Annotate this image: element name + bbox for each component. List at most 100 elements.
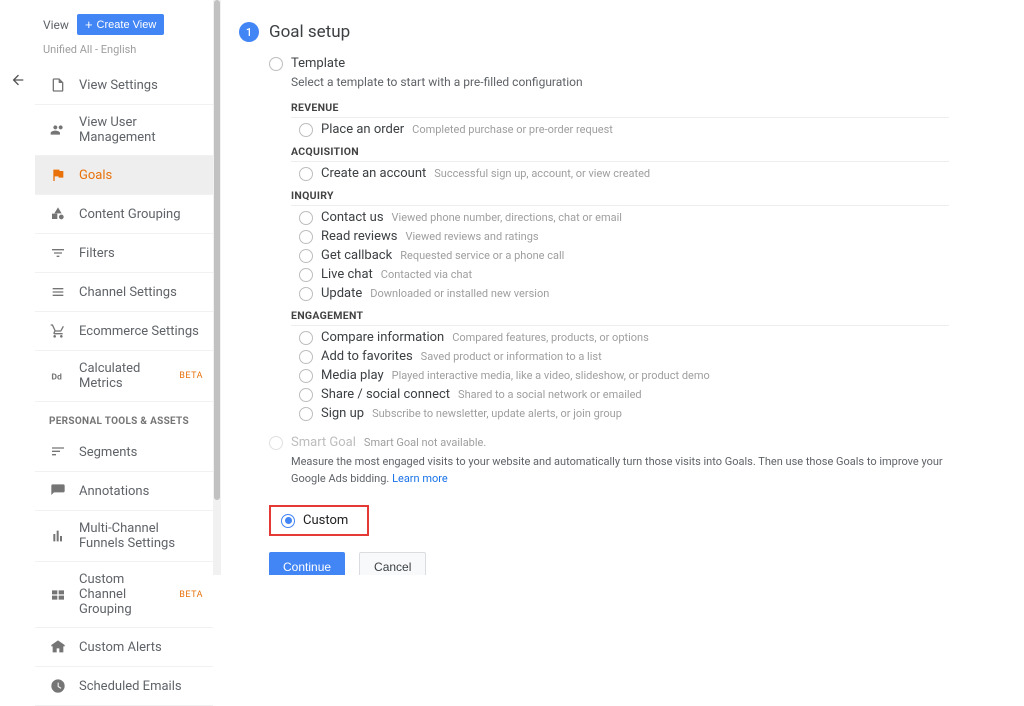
create-view-label: Create View [97, 19, 157, 31]
sidebar: View + Create View Unified All - English… [35, 0, 213, 575]
goal-option-desc: Played interactive media, like a video, … [392, 369, 710, 382]
goals-icon [49, 166, 67, 184]
smart-goal-unavailable: Smart Goal not available. [364, 436, 486, 449]
goal-option-name: Get callback [321, 248, 392, 263]
goal-option-name: Sign up [321, 406, 364, 421]
sidebar-item-filters[interactable]: Filters [35, 234, 213, 273]
goal-option-desc: Requested service or a phone call [400, 249, 564, 262]
plus-icon: + [85, 18, 93, 31]
sidebar-item-multi-channel-funnels-settings[interactable]: Multi-Channel Funnels Settings [35, 511, 213, 562]
smart-goal-radio [269, 436, 283, 450]
sidebar-item-label: Custom Channel Grouping [79, 572, 163, 617]
template-radio[interactable] [269, 57, 283, 71]
sidebar-item-view-settings[interactable]: View Settings [35, 66, 213, 105]
goal-option-name: Place an order [321, 122, 404, 137]
goal-option-radio[interactable] [299, 249, 313, 263]
group-header-engagement: ENGAGEMENT [291, 309, 949, 326]
sidebar-item-custom-channel-grouping[interactable]: Custom Channel Grouping BETA [35, 562, 213, 628]
cancel-button[interactable]: Cancel [359, 552, 426, 575]
goal-option-name: Create an account [321, 166, 426, 181]
goal-option-desc: Subscribe to newsletter, update alerts, … [372, 407, 622, 420]
view-settings-icon [49, 76, 67, 94]
group-header-acquisition: ACQUISITION [291, 145, 949, 162]
goal-option[interactable]: Sign up Subscribe to newsletter, update a… [299, 406, 949, 421]
goal-option-radio[interactable] [299, 268, 313, 282]
goal-option-name: Compare information [321, 330, 444, 345]
goal-option-radio[interactable] [299, 287, 313, 301]
goal-option[interactable]: Read reviewsViewed reviews and ratings [299, 229, 949, 244]
template-hint: Select a template to start with a pre-fi… [291, 75, 949, 89]
custom-radio[interactable] [281, 514, 295, 528]
sidebar-item-segments[interactable]: Segments [35, 433, 213, 472]
goal-option-radio[interactable] [299, 369, 313, 383]
goal-option-name: Update [321, 286, 362, 301]
custom-label: Custom [303, 513, 348, 528]
multi-channel-funnels-settings-icon [49, 527, 67, 545]
goal-option-radio[interactable] [299, 350, 313, 364]
goal-option-desc: Shared to a social network or emailed [458, 388, 642, 401]
sidebar-scrollbar[interactable] [213, 0, 221, 575]
sidebar-item-goals[interactable]: Goals [35, 156, 213, 195]
goal-option-radio[interactable] [299, 211, 313, 225]
goal-option[interactable]: Get callback Requested service or a phone… [299, 248, 949, 263]
goal-option[interactable]: Share / social connectShared to a social… [299, 387, 949, 402]
sidebar-item-label: Scheduled Emails [79, 679, 182, 694]
goal-option-desc: Contacted via chat [381, 268, 472, 281]
goal-option-radio[interactable] [299, 331, 313, 345]
channel-settings-icon [49, 283, 67, 301]
sidebar-item-label: Channel Settings [79, 285, 177, 300]
goal-option[interactable]: Live chat Contacted via chat [299, 267, 949, 282]
breadcrumb: Unified All - English [35, 41, 213, 66]
sidebar-item-label: Content Grouping [79, 207, 181, 222]
goal-option-desc: Successful sign up, account, or view cre… [434, 167, 650, 180]
custom-channel-grouping-icon [49, 586, 67, 604]
goal-option-name: Live chat [321, 267, 373, 282]
create-view-button[interactable]: + Create View [77, 14, 164, 35]
smart-goal-label: Smart Goal [291, 435, 356, 450]
goal-option-radio[interactable] [299, 230, 313, 244]
view-user-management-icon [49, 121, 67, 139]
sidebar-item-annotations[interactable]: Annotations [35, 472, 213, 511]
beta-badge: BETA [179, 371, 203, 381]
learn-more-link[interactable]: Learn more [392, 472, 448, 485]
goal-option[interactable]: Create an account Successful sign up, acc… [299, 166, 949, 181]
annotations-icon [49, 482, 67, 500]
continue-button[interactable]: Continue [269, 552, 345, 575]
goal-option[interactable]: Media playPlayed interactive media, like… [299, 368, 949, 383]
sidebar-item-custom-alerts[interactable]: Custom Alerts [35, 628, 213, 667]
goal-option-radio[interactable] [299, 407, 313, 421]
goal-option[interactable]: Update Downloaded or installed new versio… [299, 286, 949, 301]
sidebar-item-label: Ecommerce Settings [79, 324, 199, 339]
goal-option-desc: Viewed reviews and ratings [405, 230, 538, 243]
sidebar-item-ecommerce-settings[interactable]: Ecommerce Settings [35, 312, 213, 351]
sidebar-item-scheduled-emails[interactable]: Scheduled Emails [35, 667, 213, 706]
sidebar-item-content-grouping[interactable]: Content Grouping [35, 195, 213, 234]
ecommerce-settings-icon [49, 322, 67, 340]
goal-option[interactable]: Add to favoritesSaved product or informa… [299, 349, 949, 364]
back-button[interactable] [8, 70, 28, 90]
goal-option-desc: Completed purchase or pre-order request [412, 123, 613, 136]
goal-option[interactable]: Contact usViewed phone number, direction… [299, 210, 949, 225]
beta-badge: BETA [179, 590, 203, 600]
goal-option-desc: Downloaded or installed new version [370, 287, 549, 300]
back-arrow-icon [10, 72, 26, 88]
sidebar-item-channel-settings[interactable]: Channel Settings [35, 273, 213, 312]
step-1-title: Goal setup [269, 22, 350, 42]
sidebar-item-label: View Settings [79, 78, 158, 93]
group-header-revenue: REVENUE [291, 101, 949, 118]
sidebar-item-label: Goals [79, 168, 112, 183]
sidebar-item-label: Calculated Metrics [79, 361, 163, 391]
calculated-metrics-icon: Dd [49, 367, 67, 385]
sidebar-item-label: Annotations [79, 484, 149, 499]
scrollbar-thumb[interactable] [214, 0, 220, 500]
goal-option-radio[interactable] [299, 388, 313, 402]
sidebar-item-view-user-management[interactable]: View User Management [35, 105, 213, 156]
goal-option[interactable]: Place an order Completed purchase or pre-… [299, 122, 949, 137]
sidebar-item-calculated-metrics[interactable]: Dd Calculated Metrics BETA [35, 351, 213, 402]
smart-goal-help: Measure the most engaged visits to your … [291, 454, 949, 487]
goal-option-desc: Saved product or information to a list [421, 350, 602, 363]
goal-option[interactable]: Compare informationCompared features, pr… [299, 330, 949, 345]
goal-option-radio[interactable] [299, 123, 313, 137]
filters-icon [49, 244, 67, 262]
goal-option-radio[interactable] [299, 167, 313, 181]
